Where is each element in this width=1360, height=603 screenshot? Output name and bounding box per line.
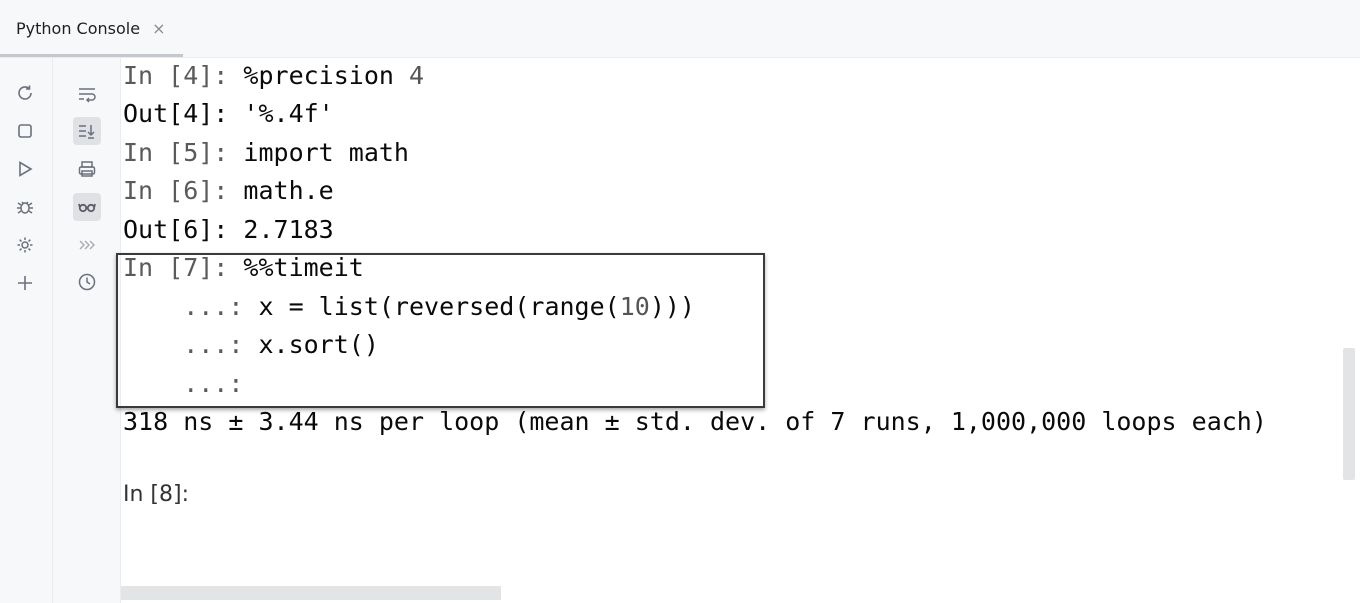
code: math.e	[243, 176, 334, 205]
console-line: In [4]: %precision 4	[123, 58, 424, 95]
tab-title: Python Console	[16, 19, 141, 38]
console-line: Out[4]: '%.4f'	[123, 95, 334, 133]
console-line: ...: x.sort()	[123, 326, 379, 364]
prompt: ...:	[123, 292, 259, 321]
tab-python-console[interactable]: Python Console ×	[0, 0, 183, 57]
console-line: In [7]: %%timeit	[123, 249, 364, 287]
add-icon[interactable]	[11, 269, 39, 297]
run-icon[interactable]	[11, 155, 39, 183]
console-tab-bar: Python Console ×	[0, 0, 1360, 58]
input-prompt[interactable]: In [8]:	[123, 482, 189, 507]
code: '%.4f'	[243, 99, 334, 128]
code-number: 10	[619, 292, 650, 321]
console-line: In [5]: import math	[123, 134, 409, 172]
stop-icon[interactable]	[11, 117, 39, 145]
close-icon[interactable]: ×	[152, 19, 165, 38]
soft-wrap-icon[interactable]	[73, 80, 101, 108]
prompt: In [6]:	[123, 176, 244, 205]
prompt: Out[4]:	[123, 99, 244, 128]
console-line: In [6]: math.e	[123, 172, 334, 210]
console-output[interactable]: In [4]: %precision 4 Out[4]: '%.4f' In […	[121, 58, 1346, 603]
prompt: ...:	[123, 330, 259, 359]
code: x = list(reversed(range(	[258, 292, 620, 321]
code: )))	[649, 292, 695, 321]
more-icon[interactable]	[73, 231, 101, 259]
console-line: ...:	[123, 365, 258, 403]
code: %precision	[243, 61, 409, 90]
rerun-icon[interactable]	[11, 79, 39, 107]
debug-icon[interactable]	[11, 193, 39, 221]
settings-icon[interactable]	[11, 231, 39, 259]
print-icon[interactable]	[73, 155, 101, 183]
console-line: ...: x = list(reversed(range(10)))	[123, 288, 695, 326]
show-variables-icon[interactable]	[73, 193, 101, 221]
code: x.sort()	[258, 330, 379, 359]
code: %%timeit	[243, 253, 364, 282]
prompt: ...:	[123, 369, 259, 398]
prompt: Out[6]:	[123, 215, 244, 244]
console-line: Out[6]: 2.7183	[123, 211, 334, 249]
horizontal-scrollbar[interactable]	[121, 586, 501, 600]
console-action-toolbar	[0, 58, 53, 603]
prompt: In [7]:	[123, 253, 244, 282]
prompt: In [5]:	[123, 138, 244, 167]
code: import math	[243, 138, 409, 167]
timeit-result: 318 ns ± 3.44 ns per loop (mean ± std. d…	[123, 407, 1267, 436]
prompt: In [4]:	[123, 61, 244, 90]
code: 2.7183	[243, 215, 334, 244]
history-icon[interactable]	[73, 268, 101, 296]
tab-active-indicator	[0, 54, 183, 57]
vertical-scrollbar[interactable]	[1343, 348, 1355, 480]
console-view-toolbar	[53, 58, 121, 603]
code-number: 4	[409, 61, 425, 90]
scroll-to-end-icon[interactable]	[73, 117, 101, 145]
